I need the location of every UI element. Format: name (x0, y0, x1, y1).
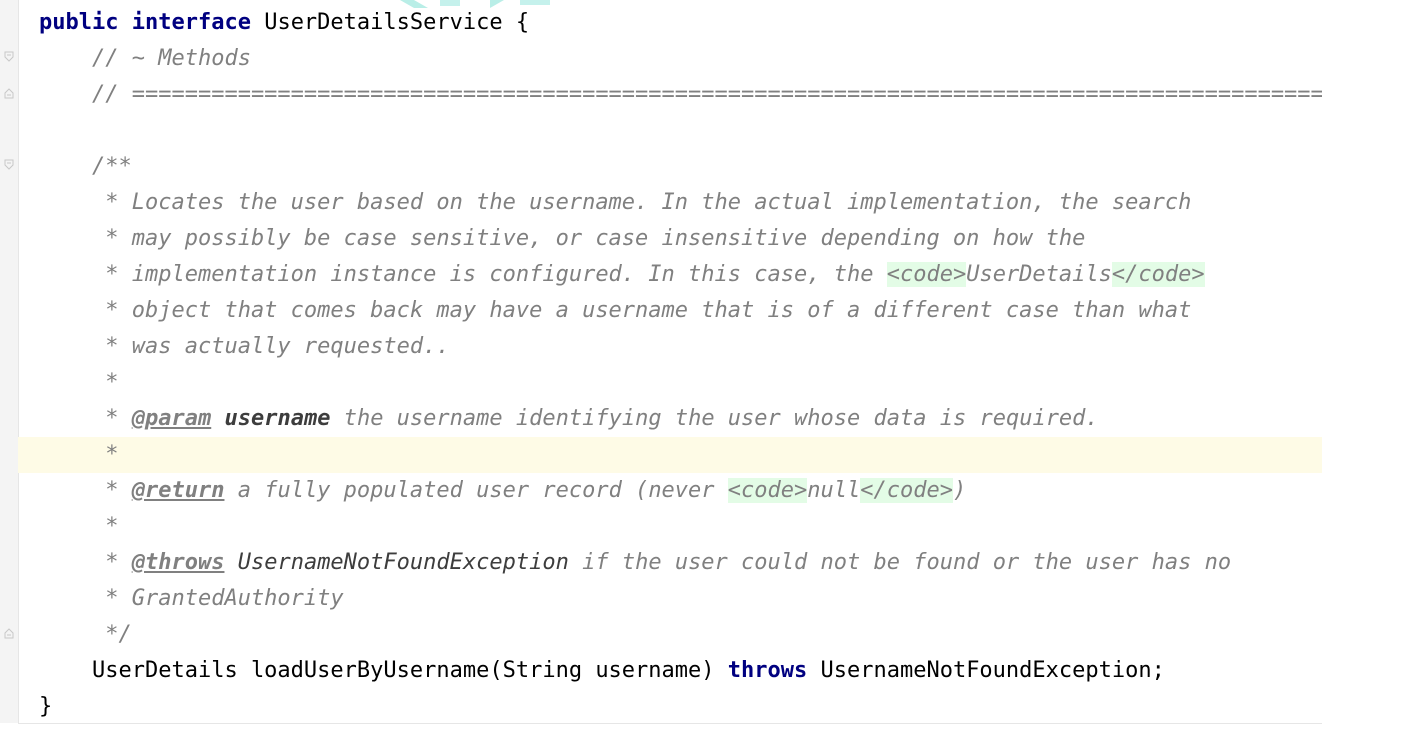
keyword-interface: interface (131, 10, 251, 35)
code-area[interactable]: public interface UserDetailsService { //… (0, 0, 1322, 723)
code-line-javadoc-close[interactable]: */ (18, 617, 1322, 653)
keyword-public: public (39, 10, 119, 35)
code-line-javadoc[interactable]: * was actually requested.. (18, 329, 1322, 365)
code-line-blank[interactable] (18, 113, 1322, 149)
javadoc-star: * (92, 442, 119, 467)
code-line-javadoc[interactable]: * (18, 509, 1322, 545)
keyword-throws: throws (727, 658, 808, 683)
html-code-close-tag: </code> (1111, 262, 1205, 287)
javadoc-text: * object that comes back may have a user… (92, 298, 1192, 323)
code-line-comment-methods[interactable]: // ~ Methods (18, 41, 1322, 77)
comment-methods: // ~ Methods (92, 46, 251, 71)
javadoc-text: * implementation instance is configured.… (92, 262, 887, 287)
code-line-javadoc-param[interactable]: * @param username the username identifyi… (18, 401, 1322, 437)
javadoc-star: * (92, 478, 132, 503)
method-exception: UsernameNotFoundException; (807, 658, 1165, 683)
fold-end-icon[interactable] (4, 87, 14, 99)
javadoc-code-value: null (807, 478, 861, 503)
code-line-closing-brace[interactable]: } (18, 689, 1322, 723)
javadoc-star: * (92, 370, 119, 395)
code-line-javadoc-return[interactable]: * @return a fully populated user record … (18, 473, 1322, 509)
code-line-interface-declaration[interactable]: public interface UserDetailsService { (18, 5, 1322, 41)
javadoc-star: * (92, 514, 119, 539)
code-line-javadoc[interactable]: * implementation instance is configured.… (18, 257, 1322, 293)
javadoc-tag-throws: @throws (131, 550, 225, 575)
javadoc-text: ) (952, 478, 967, 503)
fold-start-icon[interactable] (4, 51, 14, 63)
comment-separator: // =====================================… (92, 82, 1322, 107)
code-line-javadoc[interactable]: * GrantedAuthority (18, 581, 1322, 617)
method-signature: UserDetails loadUserByUsername(String us… (92, 658, 728, 683)
throws-description: if the user could not be found or the us… (568, 550, 1232, 575)
javadoc-open: /** (92, 154, 132, 179)
return-description: a fully populated user record (never (224, 478, 728, 503)
html-code-open-tag: <code> (886, 262, 967, 287)
code-line-javadoc-throws[interactable]: * @throws UsernameNotFoundException if t… (18, 545, 1322, 581)
javadoc-text: * may possibly be case sensitive, or cas… (92, 226, 1086, 251)
fold-end-icon[interactable] (4, 627, 14, 639)
code-line-current[interactable]: * (18, 437, 1322, 473)
code-line-javadoc[interactable]: * object that comes back may have a user… (18, 293, 1322, 329)
code-line-method-declaration[interactable]: UserDetails loadUserByUsername(String us… (18, 653, 1322, 689)
javadoc-text: * GrantedAuthority (92, 586, 344, 611)
javadoc-space (211, 406, 224, 431)
editor-bottom-border (18, 723, 1322, 724)
javadoc-tag-param: @param (131, 406, 212, 431)
code-line-javadoc-open[interactable]: /** (18, 149, 1322, 185)
javadoc-text: * was actually requested.. (92, 334, 450, 359)
closing-brace: } (39, 694, 53, 719)
javadoc-code-value: UserDetails (966, 262, 1112, 287)
javadoc-star: * (92, 406, 132, 431)
html-code-open-tag: <code> (727, 478, 808, 503)
javadoc-close: */ (92, 622, 132, 647)
code-line-javadoc[interactable]: * (18, 365, 1322, 401)
editor-gutter (0, 0, 19, 723)
code-line-comment-separator[interactable]: // =====================================… (18, 77, 1322, 113)
code-editor: public interface UserDetailsService { //… (0, 0, 1418, 742)
javadoc-space (224, 550, 237, 575)
exception-name: UsernameNotFoundException (237, 550, 569, 575)
javadoc-star: * (92, 550, 132, 575)
javadoc-text: * Locates the user based on the username… (92, 190, 1192, 215)
param-description: the username identifying the user whose … (330, 406, 1099, 431)
param-name: username (224, 406, 331, 431)
code-line-javadoc[interactable]: * Locates the user based on the username… (18, 185, 1322, 221)
fold-start-icon[interactable] (4, 159, 14, 171)
javadoc-tag-return: @return (131, 478, 225, 503)
html-code-close-tag: </code> (860, 478, 953, 503)
code-line-javadoc[interactable]: * may possibly be case sensitive, or cas… (18, 221, 1322, 257)
interface-name: UserDetailsService { (250, 10, 530, 35)
